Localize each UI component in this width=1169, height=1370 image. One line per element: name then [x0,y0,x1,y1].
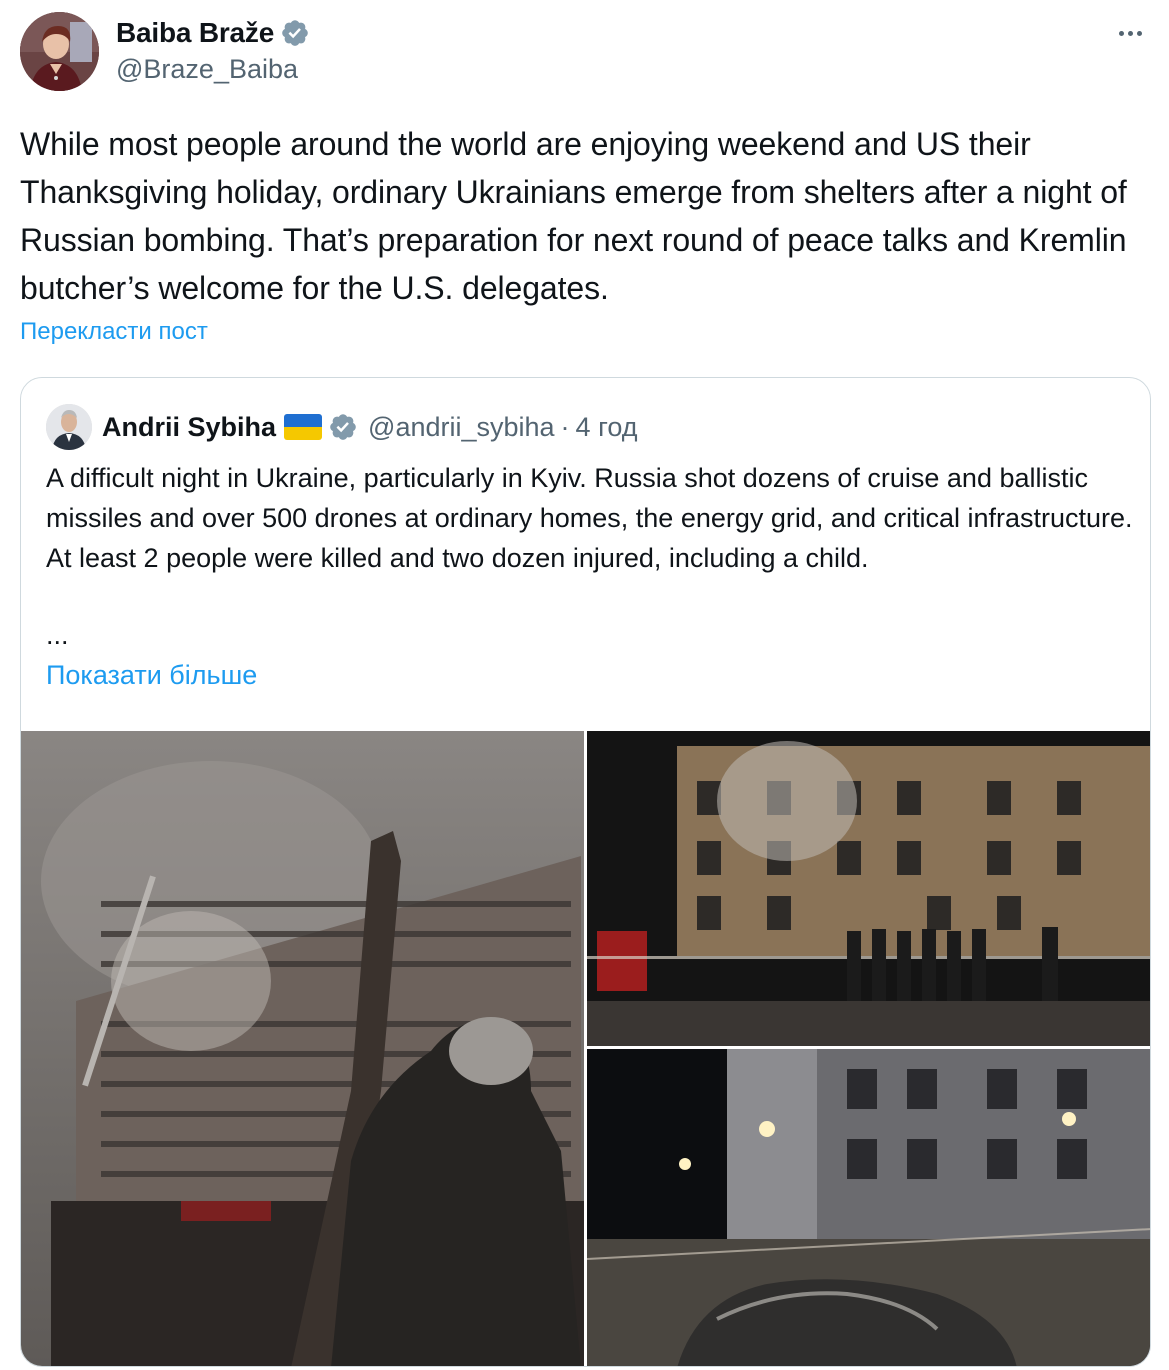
post-header: Baiba Braže @Braze_Baiba [20,12,1150,96]
separator-dot: · [560,411,570,442]
verified-badge-icon [282,20,308,46]
quoted-author-display-name[interactable]: Andrii Sybiha [102,412,276,443]
media-grid [21,731,1150,1366]
quoted-author-handle[interactable]: @andrii_sybiha [368,412,555,443]
quoted-post[interactable]: Andrii Sybiha @andrii_sybiha · 4 год A d… [20,377,1151,1367]
author-avatar[interactable] [20,12,99,91]
quoted-author-avatar[interactable] [46,404,92,450]
photo-destroyed-car-night[interactable] [587,1049,1150,1366]
more-dots-icon[interactable] [1110,18,1150,48]
quoted-post-header: Andrii Sybiha @andrii_sybiha · 4 год [46,404,638,450]
quoted-post-text: A difficult night in Ukraine, particular… [46,463,1133,573]
verified-badge-icon [330,414,356,440]
author-handle[interactable]: @Braze_Baiba [116,54,310,85]
ukraine-flag-icon [284,414,323,440]
show-more-link[interactable]: Показати більше [46,660,257,691]
quoted-post-ellipsis: ... [46,620,69,650]
translate-post-link[interactable]: Перекласти пост [20,318,208,346]
post-text: While most people around the world are e… [20,126,1127,306]
author-display-name[interactable]: Baiba Braže [116,17,274,49]
photo-damaged-building-night[interactable] [587,731,1150,1046]
quoted-post-time[interactable]: 4 год [576,412,638,443]
photo-burning-apartment-block[interactable] [21,731,584,1366]
